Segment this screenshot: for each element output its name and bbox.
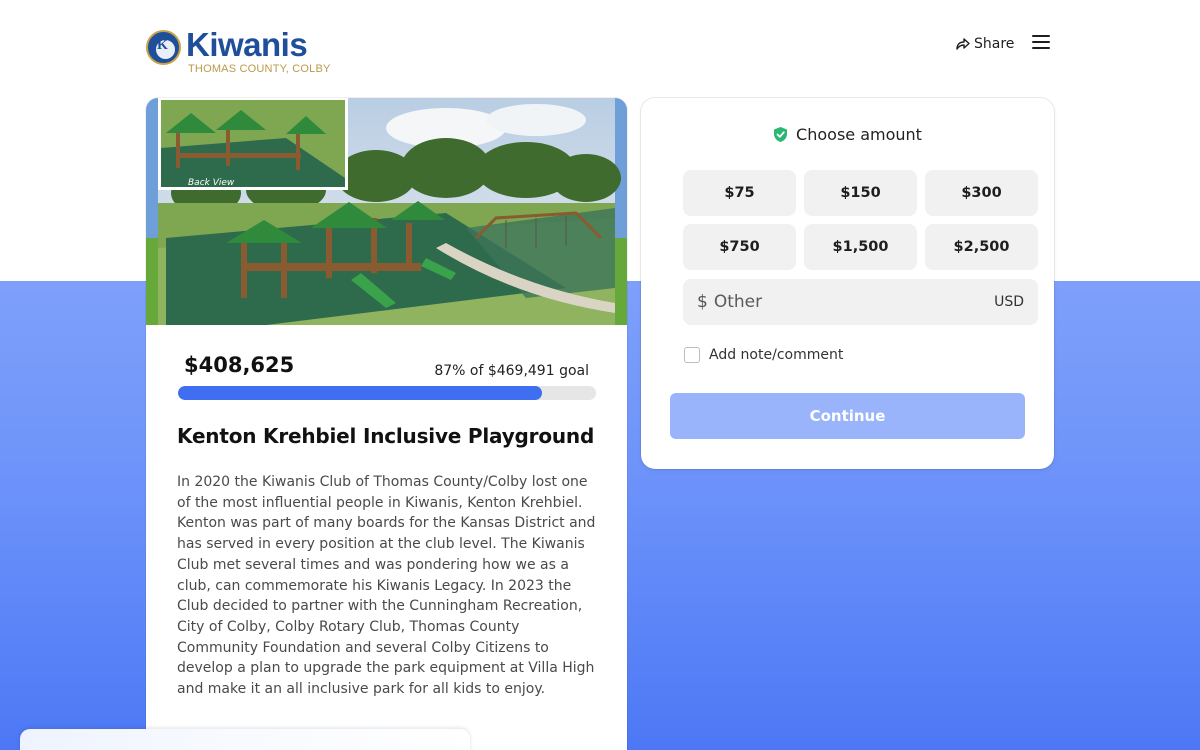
campaign-description: In 2020 the Kiwanis Club of Thomas Count… bbox=[177, 474, 596, 698]
currency-label: USD bbox=[994, 294, 1024, 310]
add-note-checkbox[interactable] bbox=[684, 347, 700, 363]
amount-button-75[interactable]: $75 bbox=[683, 170, 796, 216]
campaign-title: Kenton Krehbiel Inclusive Playground bbox=[177, 424, 595, 448]
header: K Kiwanis THOMAS COUNTY, COLBY Share bbox=[0, 0, 1200, 95]
amount-button-1500[interactable]: $1,500 bbox=[804, 224, 917, 270]
progress-bar bbox=[178, 386, 596, 400]
other-amount-field[interactable]: $ USD bbox=[683, 279, 1038, 325]
amount-raised: $408,625 bbox=[184, 353, 295, 377]
share-arrow-icon bbox=[956, 38, 970, 50]
amount-button-150[interactable]: $150 bbox=[804, 170, 917, 216]
share-label: Share bbox=[974, 36, 1015, 52]
back-view-label: Back View bbox=[188, 178, 235, 188]
add-note-label: Add note/comment bbox=[709, 347, 844, 363]
goal-text: 87% of $469,491 goal bbox=[434, 363, 589, 379]
kiwanis-logo[interactable]: K Kiwanis THOMAS COUNTY, COLBY bbox=[146, 26, 346, 78]
amount-button-2500[interactable]: $2,500 bbox=[925, 224, 1038, 270]
choose-amount-heading: Choose amount bbox=[641, 125, 1054, 144]
dollar-symbol: $ bbox=[697, 292, 708, 312]
logo-wordmark: Kiwanis bbox=[186, 26, 308, 63]
continue-button[interactable]: Continue bbox=[670, 393, 1025, 439]
hamburger-menu-icon[interactable] bbox=[1032, 35, 1050, 51]
progress-bar-fill bbox=[178, 386, 542, 400]
campaign-image: Back View bbox=[146, 98, 627, 325]
other-amount-input[interactable] bbox=[713, 292, 995, 312]
logo-subtitle: THOMAS COUNTY, COLBY bbox=[188, 63, 331, 75]
kiwanis-seal-icon: K bbox=[146, 30, 181, 65]
donation-card: Choose amount $75 $150 $300 $750 $1,500 … bbox=[641, 98, 1054, 469]
add-note-option[interactable]: Add note/comment bbox=[684, 347, 843, 363]
amount-button-750[interactable]: $750 bbox=[683, 224, 796, 270]
floating-panel bbox=[20, 729, 470, 750]
choose-amount-label: Choose amount bbox=[796, 125, 922, 144]
campaign-card: Back View $408,625 87% of $469,491 goal … bbox=[146, 98, 627, 750]
shield-check-icon bbox=[774, 127, 788, 142]
share-button[interactable]: Share bbox=[956, 34, 1014, 54]
amount-button-300[interactable]: $300 bbox=[925, 170, 1038, 216]
